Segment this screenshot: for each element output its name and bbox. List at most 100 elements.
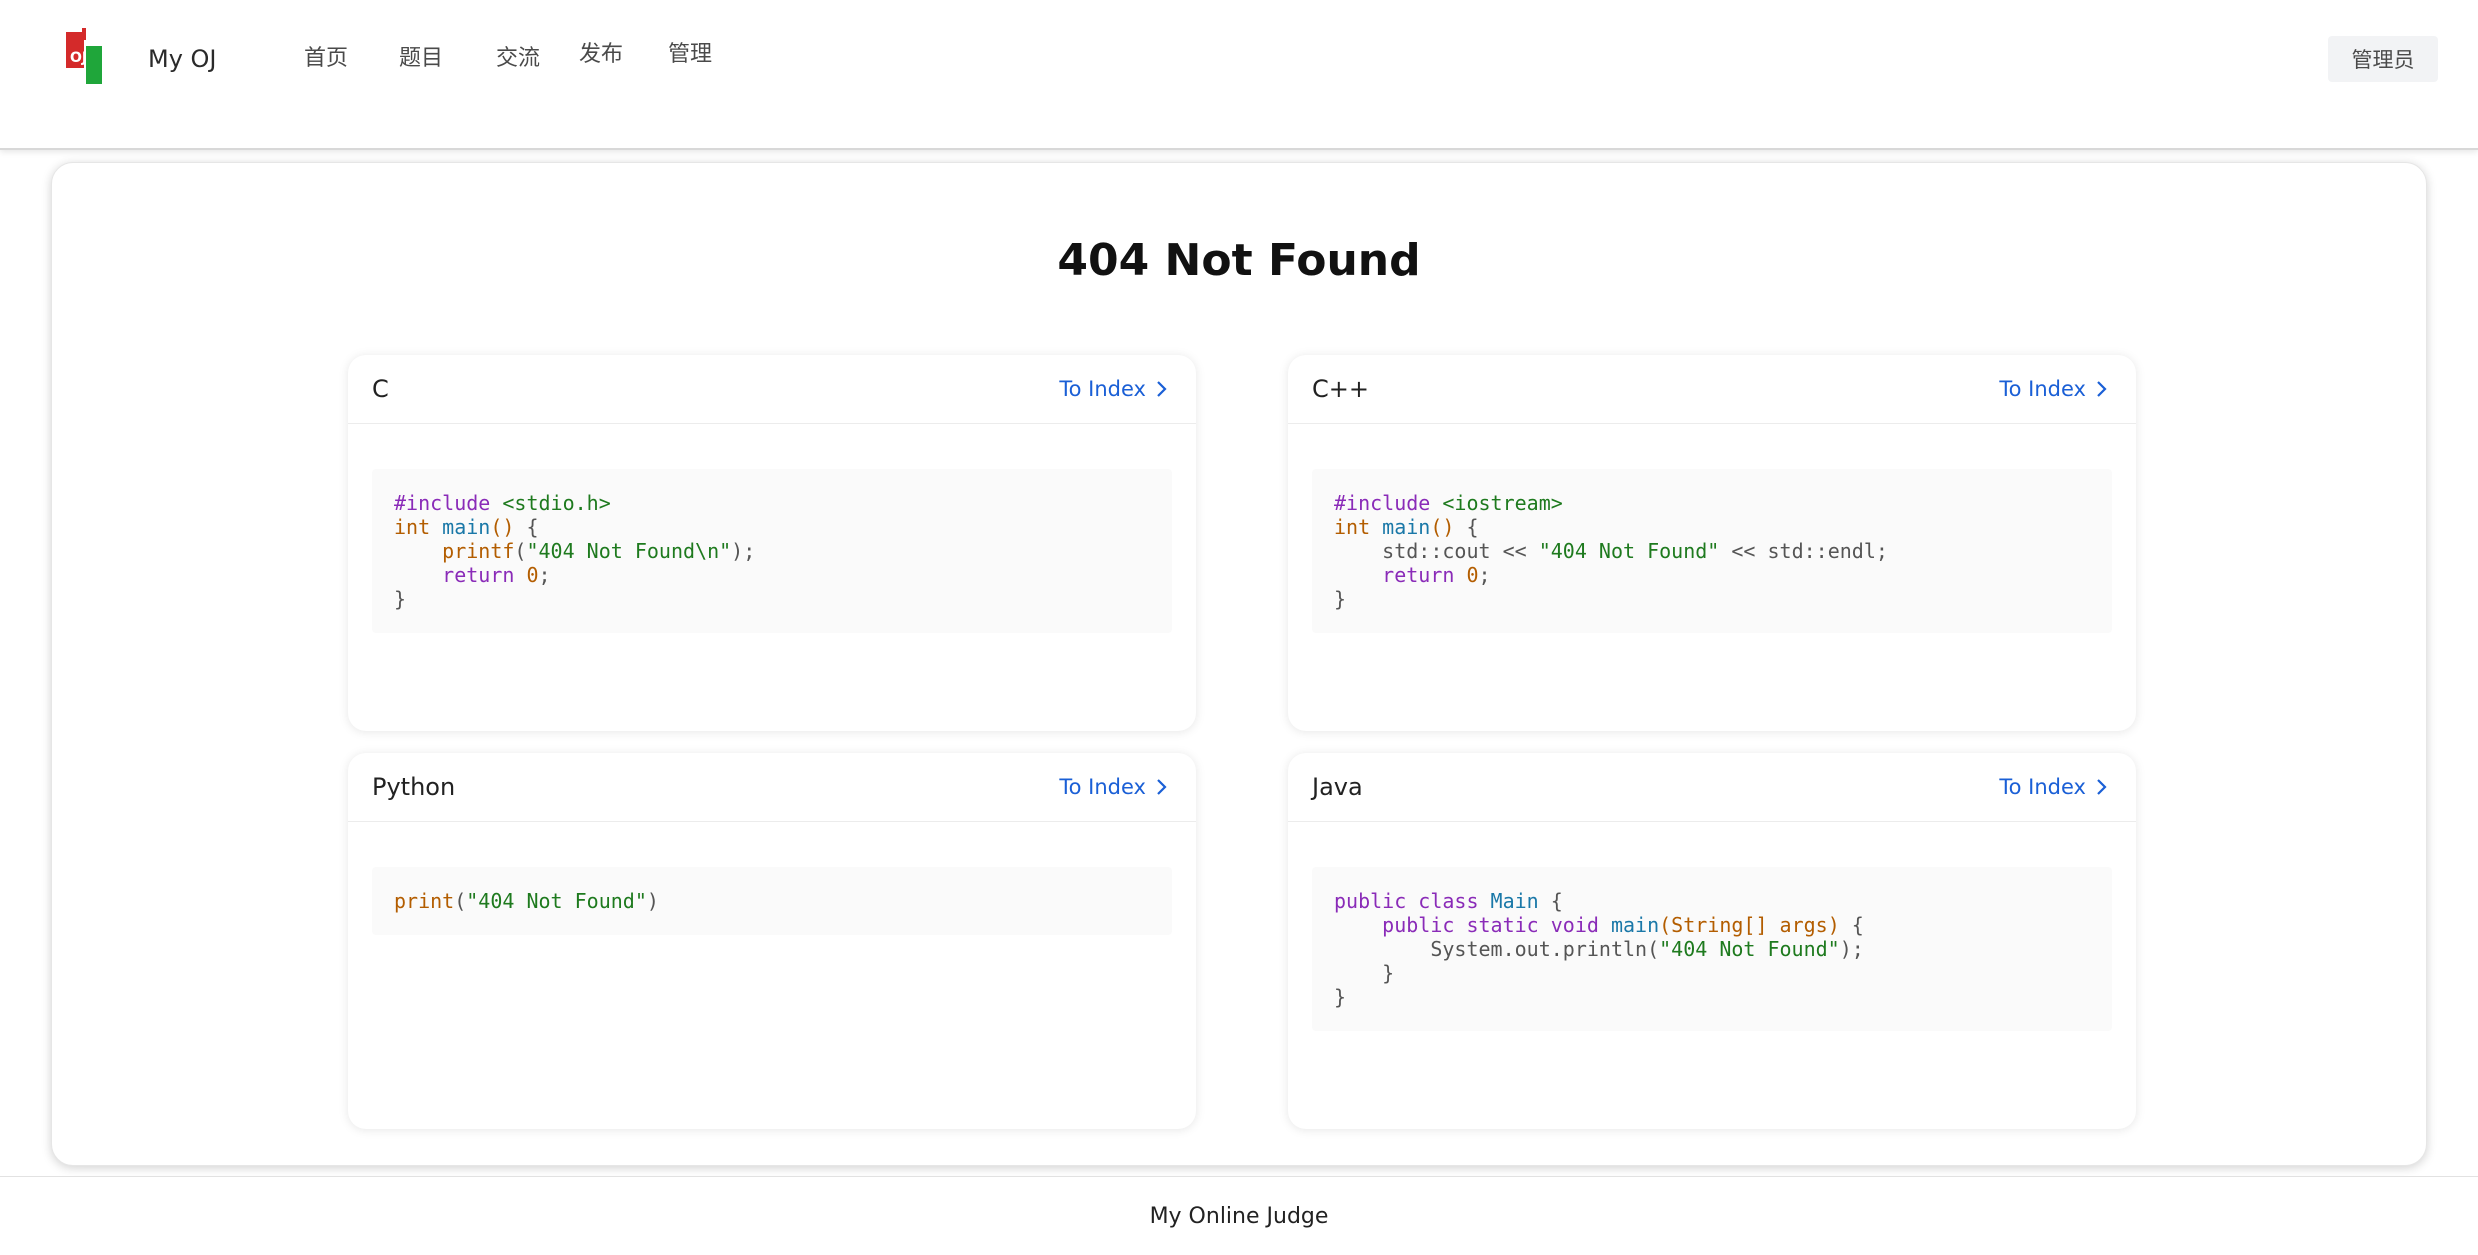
- code-token: int: [394, 515, 443, 539]
- code-token: <stdio.h>: [502, 491, 611, 515]
- card-header: C++ To Index: [1288, 355, 2136, 424]
- to-index-label: To Index: [1999, 377, 2086, 401]
- code-token: {: [1538, 889, 1563, 913]
- code-token: {: [1839, 913, 1864, 937]
- card-title: C: [372, 375, 389, 403]
- code-token: public class: [1334, 889, 1491, 913]
- code-token: int: [1334, 515, 1383, 539]
- chevron-right-icon: [2097, 381, 2107, 397]
- card-title: Java: [1312, 773, 1363, 801]
- code-token: {: [1454, 515, 1479, 539]
- nav-admin[interactable]: 管理: [668, 38, 712, 72]
- card-title: C++: [1312, 375, 1369, 403]
- code-line: int main() {: [394, 515, 1150, 539]
- code-token: public static void: [1382, 913, 1611, 937]
- code-token: }: [1334, 961, 1395, 985]
- code-token: ;: [538, 563, 551, 587]
- code-token: #include: [1334, 491, 1443, 515]
- code-line: public class Main {: [1334, 889, 2090, 913]
- footer: My Online Judge: [0, 1176, 2478, 1255]
- code-token: (): [490, 515, 515, 539]
- code-token: std::cout <<: [1334, 539, 1539, 563]
- chevron-right-icon: [1157, 779, 1167, 795]
- nav-home[interactable]: 首页: [304, 42, 348, 76]
- code-block: print("404 Not Found"): [372, 867, 1172, 935]
- to-index-label: To Index: [1059, 775, 1146, 799]
- chevron-right-icon: [2097, 779, 2107, 795]
- to-index-link[interactable]: To Index: [1999, 373, 2108, 405]
- code-token: printf: [442, 539, 515, 563]
- code-token: << std::endl;: [1719, 539, 1888, 563]
- code-card-java: Java To Index public class Main { public…: [1288, 753, 2136, 1129]
- code-token: );: [731, 539, 756, 563]
- code-block: public class Main { public static void m…: [1312, 867, 2112, 1031]
- code-line: }: [1334, 587, 2090, 611]
- code-line: std::cout << "404 Not Found" << std::end…: [1334, 539, 2090, 563]
- code-block: #include <stdio.h> int main() { printf("4…: [372, 469, 1172, 633]
- code-line: System.out.println("404 Not Found");: [1334, 937, 2090, 961]
- to-index-label: To Index: [1999, 775, 2086, 799]
- card-title: Python: [372, 773, 456, 801]
- code-token: <iostream>: [1442, 491, 1563, 515]
- code-token: 0: [1466, 563, 1479, 587]
- code-token: (: [454, 889, 467, 913]
- to-index-link[interactable]: To Index: [1999, 771, 2108, 803]
- code-card-python: Python To Index print("404 Not Found"): [348, 753, 1196, 1129]
- code-line: }: [1334, 961, 2090, 985]
- main-content: 404 Not Found C To Index #include <stdio…: [51, 162, 2427, 1166]
- nav-problems[interactable]: 题目: [399, 42, 443, 76]
- code-line: return 0;: [394, 563, 1150, 587]
- code-token: "404 Not Found": [1659, 937, 1840, 961]
- code-line: }: [1334, 985, 2090, 1009]
- code-line: }: [394, 587, 1150, 611]
- code-card-cpp: C++ To Index #include <iostream> int main…: [1288, 355, 2136, 731]
- chevron-right-icon: [1157, 381, 1167, 397]
- code-token: #include: [394, 491, 503, 515]
- code-token: }: [1334, 587, 1347, 611]
- code-token: "404 Not Found": [1538, 539, 1720, 563]
- code-line: return 0;: [1334, 563, 2090, 587]
- code-token: (): [1430, 515, 1455, 539]
- code-token: return: [442, 563, 527, 587]
- page-title: 404 Not Found: [1057, 235, 1421, 286]
- oj-logo-icon[interactable]: OJ: [66, 28, 106, 86]
- code-line: public static void main(String[] args) {: [1334, 913, 2090, 937]
- card-header: Python To Index: [348, 753, 1196, 822]
- brand-name[interactable]: My OJ: [148, 42, 217, 76]
- code-token: }: [394, 587, 407, 611]
- code-token: print: [394, 889, 455, 913]
- code-token: "404 Not Found": [466, 889, 647, 913]
- code-token: main: [1382, 515, 1431, 539]
- code-token: {: [514, 515, 539, 539]
- code-line: #include <iostream>: [1334, 491, 2090, 515]
- card-header: C To Index: [348, 355, 1196, 424]
- to-index-link[interactable]: To Index: [1059, 771, 1168, 803]
- code-token: 0: [526, 563, 539, 587]
- user-menu-button[interactable]: 管理员: [2328, 36, 2438, 82]
- svg-text:OJ: OJ: [70, 50, 87, 66]
- code-token: return: [1382, 563, 1467, 587]
- to-index-label: To Index: [1059, 377, 1146, 401]
- code-line: #include <stdio.h>: [394, 491, 1150, 515]
- footer-text: My Online Judge: [1149, 1203, 1329, 1229]
- to-index-link[interactable]: To Index: [1059, 373, 1168, 405]
- code-token: ;: [1478, 563, 1491, 587]
- code-token: (String[] args): [1659, 913, 1840, 937]
- code-token: ): [646, 889, 659, 913]
- code-card-c: C To Index #include <stdio.h> int main() …: [348, 355, 1196, 731]
- nav-discussion[interactable]: 交流: [496, 42, 540, 76]
- code-line: printf("404 Not Found\n");: [394, 539, 1150, 563]
- code-line: int main() {: [1334, 515, 2090, 539]
- code-line: print("404 Not Found"): [394, 889, 1150, 913]
- code-token: main: [442, 515, 491, 539]
- code-token: }: [1334, 985, 1347, 1009]
- code-token: Main: [1490, 889, 1539, 913]
- code-token: (: [514, 539, 527, 563]
- top-navbar: OJ My OJ 首页 题目 交流 发布 管理 管理员: [0, 0, 2478, 150]
- code-token: main: [1610, 913, 1660, 937]
- code-token: "404 Not Found\n": [526, 539, 732, 563]
- nav-publish[interactable]: 发布: [579, 38, 623, 72]
